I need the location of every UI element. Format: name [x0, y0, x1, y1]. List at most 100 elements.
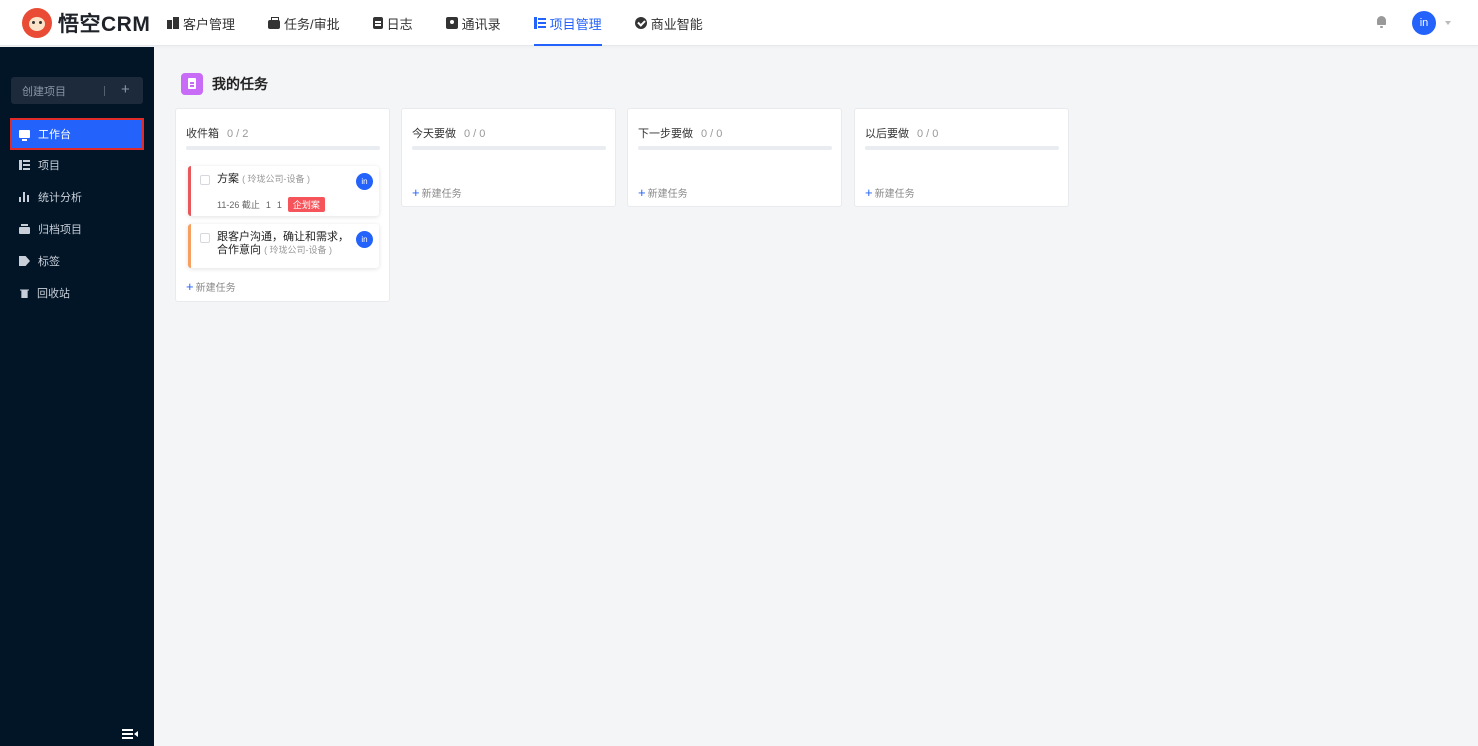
new-task-button[interactable]: + 新建任务 [412, 185, 462, 200]
clipboard-icon [181, 73, 203, 95]
sidebar-item-label: 统计分析 [38, 192, 82, 204]
column-progress-bar [865, 146, 1059, 150]
page-title: 我的任务 [212, 76, 268, 92]
column-title: 下一步要做 [638, 128, 693, 140]
create-project-label: 创建项目 [22, 85, 66, 98]
column-title: 以后要做 [865, 128, 909, 140]
task-checkbox[interactable] [200, 175, 210, 185]
column-header: 下一步要做 0 / 0 [638, 125, 722, 141]
column-count: 0 / 0 [464, 128, 486, 140]
assignee-avatar[interactable]: in [356, 173, 373, 190]
task-count-b: 1 [276, 199, 282, 210]
task-title-block: 方案 ( 玲珑公司-设备 ) [217, 173, 352, 186]
building-icon [167, 17, 179, 29]
task-project: ( 玲珑公司-设备 ) [264, 245, 333, 255]
task-card[interactable]: 跟客户沟通，确让和需求，合作意向 ( 玲珑公司-设备 ) in [188, 224, 379, 268]
column-count: 0 / 0 [701, 128, 723, 140]
monitor-icon [19, 130, 30, 141]
sidebar-item-projects[interactable]: 项目 [11, 150, 143, 180]
task-tag: 企划案 [287, 197, 325, 212]
page-header: 我的任务 [181, 73, 268, 95]
nav-item-business-intelligence[interactable]: 商业智能 [634, 0, 703, 46]
project-icon [533, 17, 546, 29]
nav-item-contacts[interactable]: 通讯录 [445, 0, 501, 46]
plus-icon: + [412, 185, 420, 200]
trash-icon [20, 289, 29, 298]
new-task-button[interactable]: + 新建任务 [638, 185, 688, 200]
nav-label: 商业智能 [650, 16, 703, 32]
column-progress-bar [186, 146, 380, 150]
nav-label: 项目管理 [549, 16, 602, 32]
log-icon [372, 17, 383, 29]
sidebar-item-label: 回收站 [37, 288, 70, 300]
chevron-down-icon[interactable] [1445, 21, 1451, 25]
sidebar-item-tags[interactable]: 标签 [11, 246, 143, 276]
nav-label: 任务/审批 [284, 16, 340, 32]
priority-strip [188, 224, 191, 268]
collapse-sidebar-icon[interactable] [122, 728, 138, 740]
task-meta: 11-26 截止 1 1 企划案 [217, 197, 331, 212]
monkey-logo-icon [22, 8, 52, 38]
task-due-date: 11-26 截止 [217, 200, 260, 210]
task-column-today: 今天要做 0 / 0 + 新建任务 [401, 108, 616, 207]
new-task-label: 新建任务 [647, 189, 688, 200]
nav-label: 通讯录 [461, 16, 501, 32]
sidebar-item-label: 工作台 [38, 129, 71, 141]
new-task-label: 新建任务 [874, 189, 915, 200]
bell-icon[interactable] [1376, 16, 1387, 28]
plus-icon: + [121, 81, 130, 98]
sidebar-item-workbench[interactable]: 工作台 [10, 118, 144, 150]
plus-icon: + [186, 279, 194, 294]
nav-label: 日志 [386, 16, 413, 32]
task-card[interactable]: 方案 ( 玲珑公司-设备 ) in 11-26 截止 1 1 企划案 [188, 166, 379, 216]
column-header: 收件箱 0 / 2 [186, 125, 248, 141]
nav-item-project-management[interactable]: 项目管理 [533, 0, 602, 46]
nav-label: 客户管理 [183, 16, 236, 32]
column-header: 以后要做 0 / 0 [865, 125, 938, 141]
task-title-block: 跟客户沟通，确让和需求，合作意向 ( 玲珑公司-设备 ) [217, 231, 352, 257]
task-checkbox[interactable] [200, 233, 210, 243]
task-project: ( 玲珑公司-设备 ) [242, 174, 311, 184]
column-count: 0 / 0 [917, 128, 939, 140]
brand-logo[interactable]: 悟空CRM [22, 8, 150, 38]
task-column-later: 以后要做 0 / 0 + 新建任务 [854, 108, 1069, 207]
sidebar: 创建项目 + 工作台 项目 统计分析 归档项目 标签 回收站 [0, 47, 154, 746]
bi-icon [634, 17, 647, 29]
column-title: 今天要做 [412, 128, 456, 140]
nav-item-tasks-approvals[interactable]: 任务/审批 [268, 0, 340, 46]
new-task-button[interactable]: + 新建任务 [865, 185, 915, 200]
divider [104, 86, 105, 96]
create-project-button[interactable]: 创建项目 + [11, 77, 143, 104]
task-column-inbox: 收件箱 0 / 2 方案 ( 玲珑公司-设备 ) in 11-26 截止 1 1 … [175, 108, 390, 302]
contacts-icon [445, 17, 458, 29]
nav-item-customers[interactable]: 客户管理 [167, 0, 235, 46]
task-column-next: 下一步要做 0 / 0 + 新建任务 [627, 108, 842, 207]
user-avatar[interactable]: in [1412, 11, 1436, 35]
sidebar-item-recycle-bin[interactable]: 回收站 [11, 278, 143, 308]
tag-icon [19, 256, 30, 266]
new-task-label: 新建任务 [421, 189, 462, 200]
plus-icon: + [865, 185, 873, 200]
sidebar-item-label: 标签 [38, 256, 60, 268]
new-task-button[interactable]: + 新建任务 [186, 279, 236, 294]
brand-name: 悟空CRM [58, 13, 151, 36]
new-task-label: 新建任务 [195, 283, 236, 294]
top-navbar: 悟空CRM 客户管理 任务/审批 日志 通讯录 项目管理 商业智能 in [0, 0, 1478, 46]
column-header: 今天要做 0 / 0 [412, 125, 485, 141]
main-nav: 客户管理 任务/审批 日志 通讯录 项目管理 商业智能 [167, 0, 736, 46]
nav-item-log[interactable]: 日志 [372, 0, 413, 46]
task-count-a: 1 [265, 199, 271, 210]
plus-icon: + [638, 185, 646, 200]
column-title: 收件箱 [186, 128, 219, 140]
assignee-avatar[interactable]: in [356, 231, 373, 248]
briefcase-icon [268, 16, 281, 29]
sidebar-item-statistics[interactable]: 统计分析 [11, 182, 143, 212]
sidebar-item-archived[interactable]: 归档项目 [11, 214, 143, 244]
sidebar-item-label: 项目 [38, 160, 60, 172]
list-icon [19, 160, 30, 170]
priority-strip [188, 166, 191, 216]
sidebar-item-label: 归档项目 [38, 224, 82, 236]
archive-icon [19, 224, 30, 234]
column-progress-bar [638, 146, 832, 150]
column-count: 0 / 2 [227, 128, 249, 140]
